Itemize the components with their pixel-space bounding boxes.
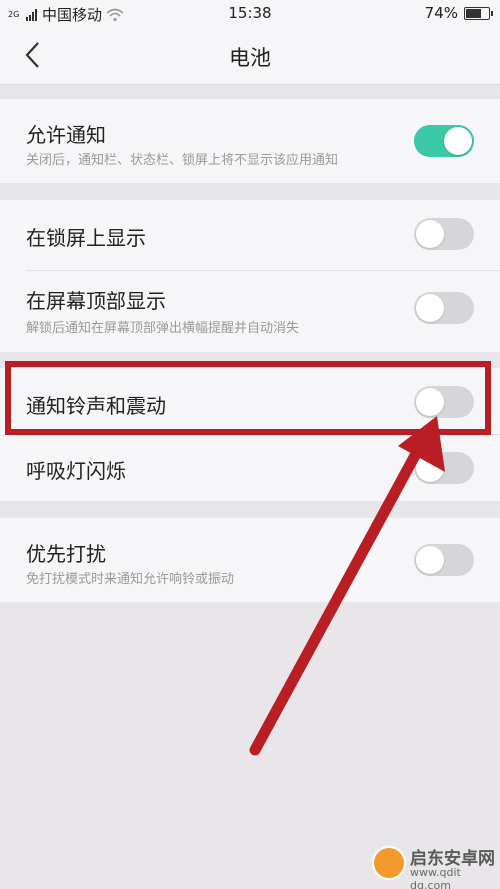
setting-title: 在屏幕顶部显示 xyxy=(26,289,166,313)
setting-row-breathing-light[interactable]: 呼吸灯闪烁 xyxy=(0,435,500,501)
toggle-knob xyxy=(416,220,444,248)
toggle-knob xyxy=(416,388,444,416)
toggle-knob xyxy=(416,546,444,574)
priority-toggle[interactable] xyxy=(414,544,474,576)
watermark-emblem xyxy=(372,846,406,880)
battery-percent: 74% xyxy=(424,4,458,22)
setting-subtitle: 免打扰模式时来通知允许响铃或振动 xyxy=(26,572,235,587)
setting-title: 呼吸灯闪烁 xyxy=(26,459,126,483)
watermark-logo: 启东安卓网 www.qdit dq.com xyxy=(372,842,496,889)
setting-subtitle: 解锁后通知在屏幕顶部弹出横幅提醒并自动消失 xyxy=(26,321,300,336)
title-bar: 电池 xyxy=(0,28,500,85)
setting-row-allow-notifications[interactable]: 允许通知 关闭后，通知栏、状态栏、锁屏上将不显示该应用通知 xyxy=(0,99,500,183)
page-title: 电池 xyxy=(229,46,271,70)
screen: 2G 中国移动 15:38 74% 电池 允许通知 关闭后，通知栏、状态栏、锁屏… xyxy=(0,0,500,889)
watermark-url: www.qdit dq.com xyxy=(410,866,461,889)
setting-title: 优先打扰 xyxy=(26,542,106,566)
lockscreen-toggle[interactable] xyxy=(414,218,474,250)
toggle-knob xyxy=(416,294,444,322)
setting-subtitle: 关闭后，通知栏、状态栏、锁屏上将不显示该应用通知 xyxy=(26,153,339,168)
section-priority: 优先打扰 免打扰模式时来通知允许响铃或振动 xyxy=(0,518,500,602)
setting-row-lockscreen[interactable]: 在锁屏上显示 xyxy=(0,200,500,270)
status-bar: 2G 中国移动 15:38 74% xyxy=(0,0,500,28)
setting-title: 在锁屏上显示 xyxy=(26,226,146,250)
allow-notifications-toggle[interactable] xyxy=(414,125,474,157)
toggle-knob xyxy=(416,454,444,482)
status-right: 74% xyxy=(424,4,493,22)
setting-row-top-banner[interactable]: 在屏幕顶部显示 解锁后通知在屏幕顶部弹出横幅提醒并自动消失 xyxy=(0,271,500,352)
sound-vibration-toggle[interactable] xyxy=(414,386,474,418)
breathing-light-toggle[interactable] xyxy=(414,452,474,484)
section-allow-notifications: 允许通知 关闭后，通知栏、状态栏、锁屏上将不显示该应用通知 xyxy=(0,99,500,183)
setting-row-priority[interactable]: 优先打扰 免打扰模式时来通知允许响铃或振动 xyxy=(0,518,500,602)
section-display: 在锁屏上显示 在屏幕顶部显示 解锁后通知在屏幕顶部弹出横幅提醒并自动消失 xyxy=(0,200,500,352)
battery-icon xyxy=(464,6,493,20)
section-sound-light: 通知铃声和震动 呼吸灯闪烁 xyxy=(0,368,500,501)
setting-row-sound-vibration[interactable]: 通知铃声和震动 xyxy=(0,368,500,434)
setting-title: 通知铃声和震动 xyxy=(26,394,166,418)
top-banner-toggle[interactable] xyxy=(414,292,474,324)
battery-fill xyxy=(466,8,481,18)
setting-title: 允许通知 xyxy=(26,123,106,147)
toggle-knob xyxy=(444,127,472,155)
